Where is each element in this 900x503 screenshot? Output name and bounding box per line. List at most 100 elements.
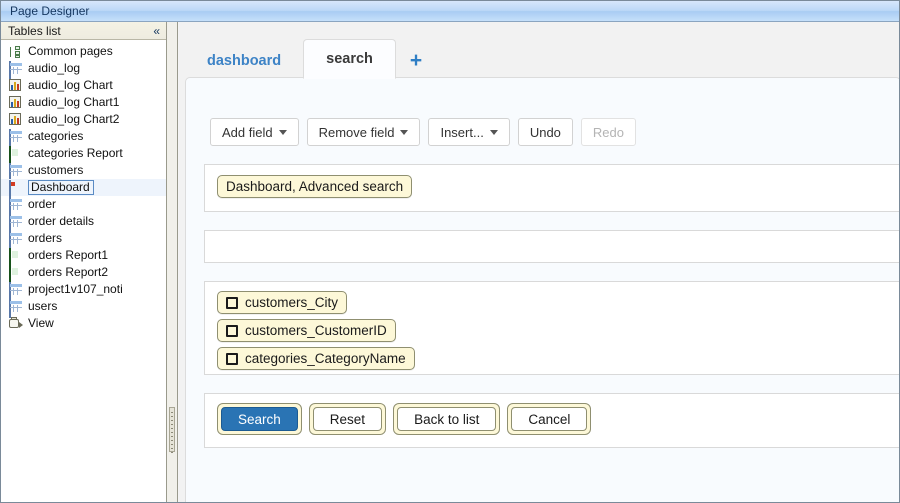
- insert-button[interactable]: Insert...: [428, 118, 510, 146]
- sidebar-item-audio-log[interactable]: audio_log: [1, 60, 166, 80]
- table-icon: [9, 214, 23, 233]
- sidebar-item-view[interactable]: View: [1, 315, 166, 332]
- splitter-grip[interactable]: [169, 407, 175, 453]
- table-icon: [9, 61, 23, 80]
- view-icon: [9, 316, 23, 330]
- cancel-button-wrapper[interactable]: Cancel: [507, 403, 592, 435]
- tables-list-panel: Tables list « Common pages audio_logaudio…: [1, 22, 167, 502]
- collapse-panel-icon[interactable]: «: [153, 23, 160, 39]
- chevron-down-icon: [278, 129, 287, 135]
- action-button-label: Back to list: [414, 411, 480, 427]
- tab-label: search: [326, 51, 373, 67]
- table-icon: [9, 231, 23, 250]
- sidebar-item-order-details[interactable]: order details: [1, 213, 166, 233]
- reset-button[interactable]: Reset: [312, 407, 383, 431]
- toolbar-button-label: Add field: [222, 124, 273, 140]
- sidebar-item-label: project1v107_noti: [28, 282, 123, 296]
- field-pill-label: customers_CustomerID: [245, 323, 387, 338]
- checkbox-icon[interactable]: [226, 352, 238, 365]
- sidebar-item-label: audio_log Chart1: [28, 95, 120, 109]
- page-tabs[interactable]: dashboard search +: [185, 36, 436, 79]
- field-pill-label: categories_CategoryName: [245, 351, 406, 366]
- sidebar-item-label: users: [28, 299, 58, 313]
- sidebar-item-dashboard[interactable]: Dashboard: [1, 179, 166, 199]
- action-button-label: Cancel: [528, 411, 571, 427]
- table-icon: [9, 163, 23, 182]
- sidebar-item-categories[interactable]: categories: [1, 128, 166, 148]
- add-tab-icon[interactable]: +: [396, 42, 436, 79]
- sidebar-item-orders-report2[interactable]: orders Report2: [1, 264, 166, 284]
- chart-icon: [9, 79, 23, 92]
- field-pill-row: customers_City: [217, 291, 899, 314]
- tab-label: dashboard: [207, 52, 282, 69]
- cancel-button[interactable]: Cancel: [511, 407, 588, 431]
- search-button[interactable]: Search: [221, 407, 298, 431]
- page-designer-window: Page Designer Tables list « Common pages…: [0, 0, 900, 503]
- dashboard-icon: [9, 180, 23, 199]
- table-icon: [9, 129, 23, 148]
- splitter-grip-dot: [171, 416, 173, 417]
- tab-search[interactable]: search: [303, 39, 396, 79]
- designer-toolbar[interactable]: Add field Remove field Insert... Undo Redo: [210, 118, 636, 146]
- toolbar-button-label: Undo: [529, 124, 561, 140]
- sidebar-item-label: orders Report1: [28, 248, 109, 262]
- form-row-actions: Search Reset Back to list Cancel: [204, 393, 899, 448]
- title-pill[interactable]: Dashboard, Advanced search: [217, 175, 413, 198]
- action-button-label: Reset: [329, 411, 366, 427]
- plus-icon: +: [409, 48, 423, 72]
- add-field-button[interactable]: Add field: [210, 118, 299, 146]
- sidebar-item-project1v107-noti[interactable]: project1v107_noti: [1, 281, 166, 301]
- sidebar-item-label: audio_log Chart: [28, 78, 113, 92]
- splitter-grip-dot: [171, 444, 173, 445]
- table-icon: [9, 299, 23, 318]
- splitter-grip-dot: [171, 436, 173, 437]
- remove-field-button[interactable]: Remove field: [306, 118, 421, 146]
- checkbox-icon[interactable]: [226, 324, 238, 337]
- sidebar-item-label: audio_log Chart2: [28, 112, 120, 126]
- sidebar-item-label: orders: [28, 231, 63, 245]
- checkbox-icon[interactable]: [226, 296, 238, 309]
- report-icon: [9, 146, 23, 165]
- tab-dashboard[interactable]: dashboard: [185, 42, 303, 79]
- sidebar-item-order[interactable]: order: [1, 196, 166, 216]
- back-to-list-button-wrapper[interactable]: Back to list: [393, 403, 501, 435]
- tables-list-title: Tables list: [8, 24, 61, 38]
- splitter-grip-dot: [171, 420, 173, 421]
- sidebar-item-audio-log-chart2[interactable]: audio_log Chart2: [1, 111, 166, 128]
- splitter-grip-dot: [171, 428, 173, 429]
- sidebar-item-orders-report1[interactable]: orders Report1: [1, 247, 166, 267]
- reset-button-wrapper[interactable]: Reset: [308, 403, 387, 435]
- sidebar-item-orders[interactable]: orders: [1, 230, 166, 250]
- field-pill-row: customers_CustomerID: [217, 314, 899, 342]
- table-icon: [9, 282, 23, 301]
- toolbar-button-label: Remove field: [318, 124, 395, 140]
- field-pill-row: categories_CategoryName: [217, 342, 899, 370]
- panel-splitter[interactable]: [167, 22, 178, 502]
- field-pill-customers_CustomerID[interactable]: customers_CustomerID: [217, 319, 396, 342]
- sidebar-item-audio-log-chart[interactable]: audio_log Chart: [1, 77, 166, 94]
- sidebar-item-users[interactable]: users: [1, 298, 166, 318]
- search-button-wrapper[interactable]: Search: [217, 403, 302, 435]
- splitter-grip-dot: [171, 440, 173, 441]
- field-pill-customers_City[interactable]: customers_City: [217, 291, 348, 314]
- splitter-grip-dot: [171, 412, 173, 413]
- sidebar-item-label: categories: [28, 129, 84, 143]
- sidebar-item-label: Dashboard: [28, 180, 94, 195]
- undo-button[interactable]: Undo: [517, 118, 573, 146]
- sidebar-item-categories-report[interactable]: categories Report: [1, 145, 166, 165]
- table-icon: [9, 197, 23, 216]
- sidebar-item-label: order: [28, 197, 57, 211]
- field-pill-label: customers_City: [245, 295, 339, 310]
- sidebar-item-label: audio_log: [28, 61, 81, 75]
- chevron-down-icon: [400, 129, 409, 135]
- tables-tree-list[interactable]: Common pages audio_log audio_log Chart audi…: [1, 41, 166, 502]
- chart-icon: [9, 113, 23, 126]
- field-pill-categories_CategoryName[interactable]: categories_CategoryName: [217, 347, 415, 370]
- back-to-list-button[interactable]: Back to list: [397, 407, 497, 431]
- splitter-grip-dot: [171, 452, 173, 453]
- form-row-empty[interactable]: [204, 230, 899, 263]
- tab-content-card: Add field Remove field Insert... Undo Redo D…: [185, 77, 899, 502]
- sidebar-item-common-pages[interactable]: Common pages: [1, 43, 166, 60]
- sidebar-item-audio-log-chart1[interactable]: audio_log Chart1: [1, 94, 166, 111]
- sidebar-item-customers[interactable]: customers: [1, 162, 166, 182]
